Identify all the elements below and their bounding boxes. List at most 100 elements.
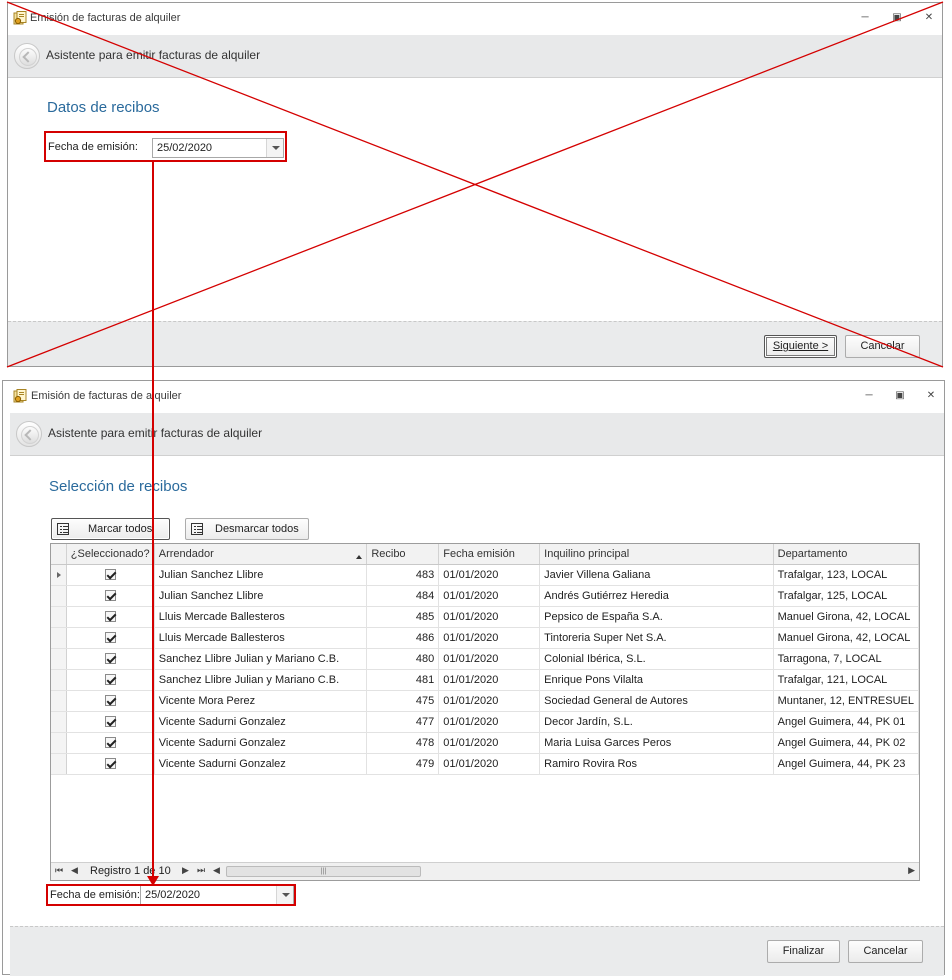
row-checkbox[interactable]: [104, 611, 116, 623]
prev-record-icon[interactable]: ◀: [71, 865, 78, 876]
cell-departamento[interactable]: Angel Guimera, 44, PK 02: [773, 732, 919, 754]
cell-recibo[interactable]: 475: [366, 690, 440, 712]
row-indicator[interactable]: [51, 585, 67, 607]
row-indicator[interactable]: [51, 669, 67, 691]
cell-arrendador[interactable]: Vicente Sadurni Gonzalez: [154, 711, 368, 733]
row-indicator[interactable]: [51, 627, 67, 649]
cell-fecha[interactable]: 01/01/2020: [438, 648, 541, 670]
cell-departamento[interactable]: Manuel Girona, 42, LOCAL: [773, 627, 919, 649]
cell-arrendador[interactable]: Lluis Mercade Ballesteros: [154, 627, 368, 649]
cell-recibo[interactable]: 483: [366, 564, 440, 586]
row-checkbox[interactable]: [104, 737, 116, 749]
cell-departamento[interactable]: Angel Guimera, 44, PK 23: [773, 753, 919, 775]
row-indicator[interactable]: [51, 606, 67, 628]
row-indicator[interactable]: [51, 648, 67, 670]
cell-arrendador[interactable]: Julian Sanchez Llibre: [154, 564, 368, 586]
scroll-left-icon[interactable]: ◀: [213, 865, 220, 876]
cancel-button[interactable]: Cancelar: [845, 335, 920, 358]
row-indicator[interactable]: [51, 732, 67, 754]
row-checkbox[interactable]: [104, 716, 116, 728]
table-row[interactable]: Sanchez Llibre Julian y Mariano C.B. 480 0…: [51, 648, 919, 670]
cell-recibo[interactable]: 479: [366, 753, 440, 775]
cell-recibo[interactable]: 481: [366, 669, 440, 691]
cell-departamento[interactable]: Angel Guimera, 44, PK 01: [773, 711, 919, 733]
cell-selected[interactable]: [66, 711, 155, 733]
cell-departamento[interactable]: Trafalgar, 123, LOCAL: [773, 564, 919, 586]
cell-selected[interactable]: [66, 669, 155, 691]
cell-inquilino[interactable]: Ramiro Rovira Ros: [539, 753, 774, 775]
row-checkbox[interactable]: [104, 758, 116, 770]
cancel-button[interactable]: Cancelar: [848, 940, 923, 963]
cell-inquilino[interactable]: Sociedad General de Autores: [539, 690, 774, 712]
scrollbar-thumb[interactable]: |||: [226, 866, 421, 877]
scroll-right-icon[interactable]: ▶: [908, 865, 915, 876]
cell-recibo[interactable]: 485: [366, 606, 440, 628]
row-checkbox[interactable]: [104, 569, 116, 581]
row-checkbox[interactable]: [104, 590, 116, 602]
cell-inquilino[interactable]: Pepsico de España S.A.: [539, 606, 774, 628]
cell-inquilino[interactable]: Enrique Pons Vilalta: [539, 669, 774, 691]
row-checkbox[interactable]: [104, 695, 116, 707]
cell-inquilino[interactable]: Colonial Ibérica, S.L.: [539, 648, 774, 670]
cell-arrendador[interactable]: Julian Sanchez Llibre: [154, 585, 368, 607]
col-header-recibo[interactable]: Recibo: [366, 544, 440, 565]
cell-recibo[interactable]: 478: [366, 732, 440, 754]
cell-arrendador[interactable]: Lluis Mercade Ballesteros: [154, 606, 368, 628]
maximize-icon[interactable]: ▣: [889, 387, 911, 405]
cell-fecha[interactable]: 01/01/2020: [438, 690, 541, 712]
unmark-all-button[interactable]: Desmarcar todos: [185, 518, 309, 540]
first-record-icon[interactable]: ⏮: [55, 865, 63, 876]
row-checkbox[interactable]: [104, 674, 116, 686]
cell-inquilino[interactable]: Decor Jardín, S.L.: [539, 711, 774, 733]
next-record-icon[interactable]: ▶: [182, 865, 189, 876]
table-row[interactable]: Julian Sanchez Llibre 483 01/01/2020 Javier…: [51, 564, 919, 586]
cell-inquilino[interactable]: Javier Villena Galiana: [539, 564, 774, 586]
horizontal-scrollbar[interactable]: |||: [226, 865, 907, 878]
cell-selected[interactable]: [66, 627, 155, 649]
cell-selected[interactable]: [66, 648, 155, 670]
cell-inquilino[interactable]: Tintoreria Super Net S.A.: [539, 627, 774, 649]
row-checkbox[interactable]: [104, 653, 116, 665]
table-row[interactable]: Sanchez Llibre Julian y Mariano C.B. 481 0…: [51, 669, 919, 691]
cell-recibo[interactable]: 477: [366, 711, 440, 733]
cell-fecha[interactable]: 01/01/2020: [438, 753, 541, 775]
row-indicator[interactable]: [51, 690, 67, 712]
row-checkbox[interactable]: [104, 632, 116, 644]
cell-selected[interactable]: [66, 585, 155, 607]
cell-selected[interactable]: [66, 690, 155, 712]
table-row[interactable]: Vicente Sadurni Gonzalez 477 01/01/2020 Dec…: [51, 711, 919, 733]
row-indicator[interactable]: [51, 711, 67, 733]
cell-arrendador[interactable]: Sanchez Llibre Julian y Mariano C.B.: [154, 669, 368, 691]
cell-selected[interactable]: [66, 753, 155, 775]
row-indicator[interactable]: [51, 753, 67, 775]
table-row[interactable]: Vicente Sadurni Gonzalez 479 01/01/2020 Ram…: [51, 753, 919, 775]
cell-selected[interactable]: [66, 606, 155, 628]
table-row[interactable]: Lluis Mercade Ballesteros 486 01/01/2020 Ti…: [51, 627, 919, 649]
cell-arrendador[interactable]: Vicente Sadurni Gonzalez: [154, 753, 368, 775]
cell-fecha[interactable]: 01/01/2020: [438, 669, 541, 691]
close-icon[interactable]: ✕: [918, 9, 940, 27]
cell-inquilino[interactable]: Maria Luisa Garces Peros: [539, 732, 774, 754]
cell-departamento[interactable]: Muntaner, 12, ENTRESUEL: [773, 690, 919, 712]
last-record-icon[interactable]: ⏭: [197, 865, 205, 876]
table-row[interactable]: Vicente Mora Perez 475 01/01/2020 Sociedad …: [51, 690, 919, 712]
cell-selected[interactable]: [66, 564, 155, 586]
maximize-icon[interactable]: ▣: [886, 9, 908, 27]
finish-button[interactable]: Finalizar: [767, 940, 840, 963]
mark-all-button[interactable]: Marcar todos: [51, 518, 170, 540]
row-indicator[interactable]: [51, 564, 67, 586]
cell-recibo[interactable]: 480: [366, 648, 440, 670]
title-bar[interactable]: Emisión de facturas de alquiler ─ ▣ ✕: [8, 3, 942, 35]
cell-fecha[interactable]: 01/01/2020: [438, 711, 541, 733]
close-icon[interactable]: ✕: [920, 387, 942, 405]
minimize-icon[interactable]: ─: [858, 387, 880, 405]
table-row[interactable]: Vicente Sadurni Gonzalez 478 01/01/2020 Mar…: [51, 732, 919, 754]
col-header-inquilino[interactable]: Inquilino principal: [539, 544, 774, 565]
receipts-grid[interactable]: ¿Seleccionado? Arrendador Recibo Fecha e…: [50, 543, 920, 881]
cell-recibo[interactable]: 486: [366, 627, 440, 649]
cell-fecha[interactable]: 01/01/2020: [438, 585, 541, 607]
cell-arrendador[interactable]: Vicente Mora Perez: [154, 690, 368, 712]
cell-fecha[interactable]: 01/01/2020: [438, 732, 541, 754]
cell-departamento[interactable]: Tarragona, 7, LOCAL: [773, 648, 919, 670]
cell-arrendador[interactable]: Sanchez Llibre Julian y Mariano C.B.: [154, 648, 368, 670]
